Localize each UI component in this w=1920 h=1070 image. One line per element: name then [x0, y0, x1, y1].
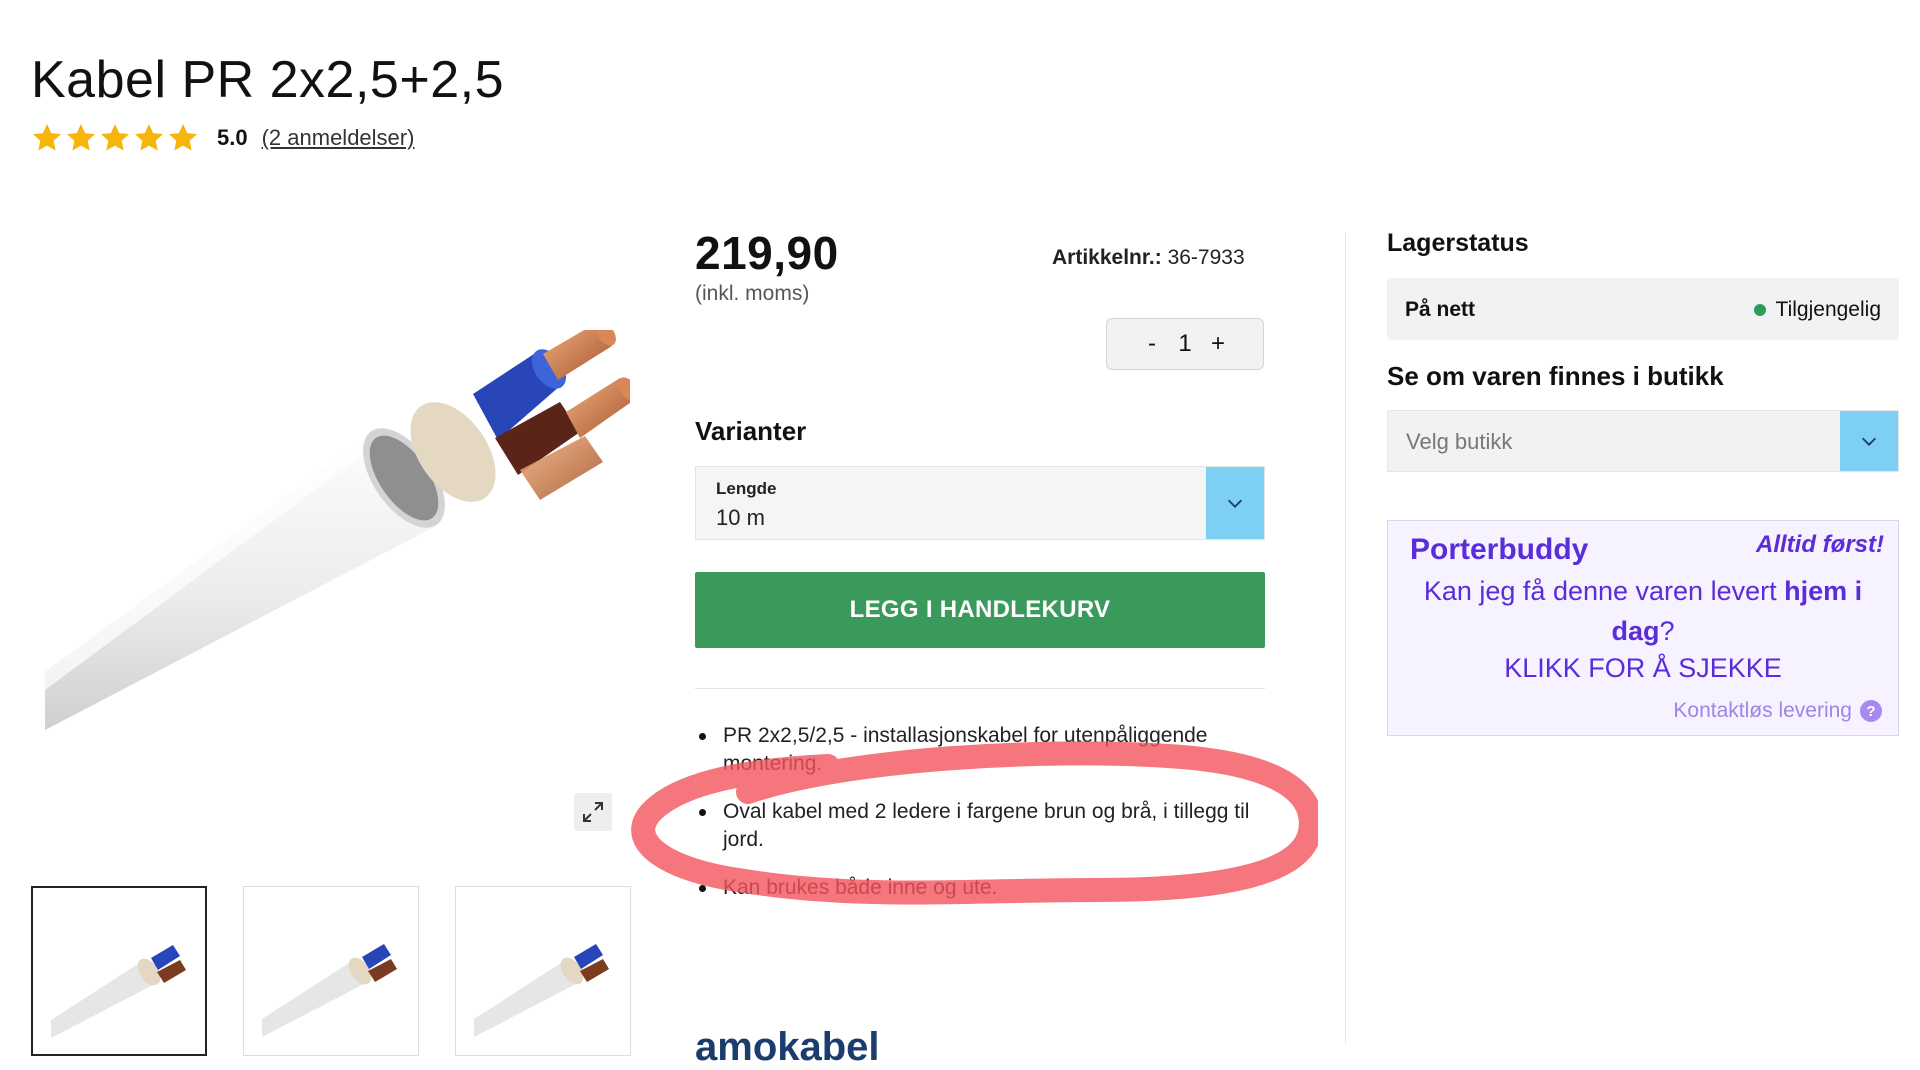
porterbuddy-tagline: Alltid først! [1756, 531, 1884, 558]
feature-item: Kan brukes både inne og ute. [699, 874, 1283, 902]
length-value: 10 m [716, 505, 765, 530]
thumbnail-2[interactable] [243, 886, 419, 1056]
porterbuddy-cta[interactable]: KLIKK FOR Å SJEKKE [1388, 653, 1898, 684]
star-icon [101, 124, 129, 151]
variants-heading: Varianter [695, 416, 807, 446]
price: 219,90 [695, 227, 839, 279]
online-stock-label: På nett [1405, 298, 1476, 321]
thumbnail-1[interactable] [31, 886, 207, 1056]
chevron-down-icon [1227, 499, 1243, 508]
length-label: Lengde [716, 479, 777, 498]
rating-stars [31, 122, 199, 154]
feature-item: PR 2x2,5/2,5 - installasjonskabel for ut… [699, 722, 1283, 778]
porterbuddy-question: Kan jeg få denne varen levert hjem i dag… [1408, 571, 1878, 651]
quantity-value[interactable]: 1 [1170, 330, 1200, 358]
star-icon [33, 124, 61, 151]
length-select[interactable]: Lengde 10 m [695, 466, 1265, 540]
contactless-text: Kontaktløs levering [1673, 699, 1852, 722]
quantity-increase-button[interactable]: + [1200, 330, 1236, 358]
expand-image-button[interactable] [574, 793, 612, 831]
store-dropdown-toggle[interactable] [1840, 411, 1898, 471]
porterbuddy-logo: Porterbuddy [1410, 533, 1589, 566]
question-text: Kan jeg få denne varen levert [1423, 576, 1785, 606]
online-stock-status: Tilgjengelig [1753, 298, 1881, 322]
star-icon [67, 124, 95, 151]
column-divider [1345, 232, 1346, 1044]
article-number-value: 36-7933 [1167, 246, 1245, 269]
question-end: ? [1659, 616, 1675, 646]
product-rating: 5.0 (2 anmeldelser) [31, 122, 414, 154]
add-to-cart-button[interactable]: LEGG I HANDLEKURV [695, 572, 1265, 648]
article-number-label: Artikkelnr.: [1052, 246, 1162, 269]
brand-logo: amokabel [695, 1025, 880, 1069]
quantity-stepper: - 1 + [1106, 318, 1264, 370]
product-image [45, 330, 630, 730]
star-icon [169, 124, 197, 151]
feature-item: Oval kabel med 2 ledere i fargene brun o… [699, 798, 1283, 854]
divider [695, 688, 1265, 689]
thumbnail-3[interactable] [455, 886, 631, 1056]
store-select[interactable]: Velg butikk [1387, 410, 1899, 472]
porterbuddy-widget[interactable]: Porterbuddy Alltid først! Kan jeg få den… [1387, 520, 1899, 736]
store-select-placeholder: Velg butikk [1406, 429, 1513, 454]
help-icon[interactable]: ? [1860, 700, 1882, 722]
contactless-info: Kontaktløs levering ? [1673, 699, 1882, 723]
rating-score: 5.0 [217, 125, 248, 150]
chevron-down-icon [1861, 437, 1877, 446]
online-stock-row: På nett Tilgjengelig [1387, 278, 1899, 340]
product-title: Kabel PR 2x2,5+2,5 [31, 51, 504, 109]
online-stock-status-text: Tilgjengelig [1775, 298, 1881, 321]
feature-list: PR 2x2,5/2,5 - installasjonskabel for ut… [695, 722, 1283, 922]
thumbnail-image [474, 944, 609, 1037]
status-dot-icon [1753, 304, 1766, 316]
stock-heading: Lagerstatus [1387, 229, 1529, 257]
thumbnail-image [262, 944, 397, 1037]
length-dropdown-toggle[interactable] [1206, 467, 1264, 539]
vat-note: (inkl. moms) [695, 282, 810, 305]
star-icon [135, 124, 163, 151]
expand-icon [583, 802, 603, 822]
thumbnail-image [51, 945, 186, 1038]
article-number: Artikkelnr.: 36-7933 [1052, 246, 1245, 270]
reviews-link[interactable]: (2 anmeldelser) [262, 125, 415, 151]
store-heading: Se om varen finnes i butikk [1387, 361, 1724, 391]
quantity-decrease-button[interactable]: - [1134, 330, 1170, 358]
